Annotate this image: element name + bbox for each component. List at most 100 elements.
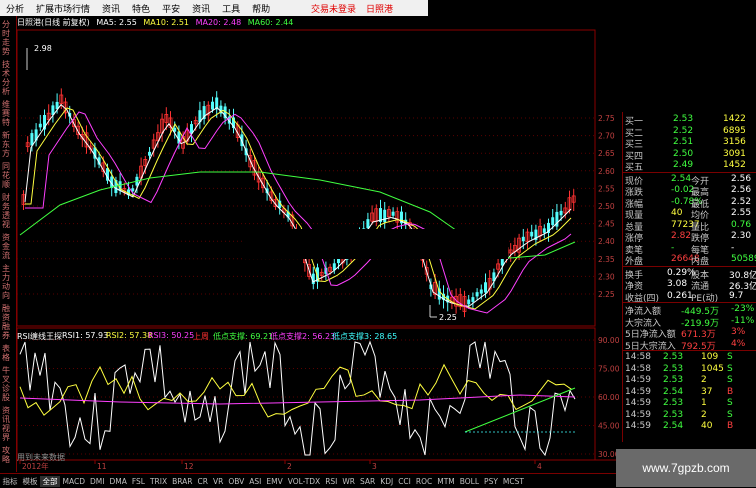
- indicator-tab-14[interactable]: VOL-TDX: [285, 477, 322, 486]
- candle-body: [471, 297, 475, 302]
- stat-row-7: 外盘26648内盘50589: [623, 254, 756, 267]
- indicator-tab-13[interactable]: EMV: [264, 477, 285, 486]
- indicator-tab-5[interactable]: DMA: [107, 477, 129, 486]
- indicator-tab-23[interactable]: PSY: [482, 477, 501, 486]
- candle-body: [38, 123, 42, 128]
- indicator-tab-20[interactable]: ROC: [413, 477, 434, 486]
- indicator-tab-18[interactable]: KDJ: [378, 477, 396, 486]
- price-tick-label: 2.55: [598, 184, 615, 193]
- tick-direction: S: [727, 409, 733, 420]
- indicator-tab-22[interactable]: BOLL: [457, 477, 481, 486]
- indicator-tab-9[interactable]: CR: [195, 477, 210, 486]
- stat-value-2: 2.55: [731, 208, 752, 218]
- fund-row-2: 收益(四) 0.261 PE(动) 9.7: [623, 290, 756, 304]
- rsi-indicator-name: RSI缠线王探: [17, 332, 62, 341]
- candle-body: [479, 289, 483, 294]
- flow-row-0: 净流入额 -449.5万 -23%: [623, 304, 756, 317]
- support-2: 低点支撑2: 56.23: [270, 332, 336, 341]
- tick-time: 14:59: [625, 421, 651, 431]
- candle-body: [559, 210, 563, 216]
- bid-row-4: 买五 2.49 1452: [623, 160, 756, 173]
- indicator-tab-21[interactable]: MTM: [435, 477, 458, 486]
- stat-value-2: -: [731, 242, 735, 253]
- indicator-tab-2[interactable]: 全部: [40, 475, 60, 487]
- indicator-tab-3[interactable]: MACD: [60, 477, 87, 486]
- stat-value-2: 2.30: [731, 231, 752, 241]
- tick-direction: S: [727, 352, 733, 362]
- indicator-tab-12[interactable]: ASI: [247, 477, 264, 486]
- low-annotation: 2.25: [439, 313, 457, 322]
- indicator-tab-11[interactable]: OBV: [226, 477, 247, 486]
- rsi2-value: RSI2: 57.38: [106, 331, 153, 340]
- candle-body: [530, 231, 534, 237]
- price-tick-label: 2.30: [598, 272, 615, 281]
- stat-value-2: 2.52: [731, 196, 752, 207]
- indicator-tab-10[interactable]: VR: [210, 477, 225, 486]
- stat-value: -: [671, 242, 675, 253]
- moving-average-lines: 2.98 2.25: [19, 44, 576, 322]
- panel-separator: [623, 265, 756, 267]
- tick-price: 2.54: [663, 386, 684, 397]
- flow-percent: 3%: [731, 327, 746, 337]
- tick-volume: 1045: [701, 363, 724, 374]
- indicator-tab-bar: 指标 模板 全部 MACD DMI DMA FSL TRIX BRAR CR VR OBV ASI EMV…: [0, 473, 622, 488]
- panel-separator: [623, 350, 756, 351]
- indicator-tab-19[interactable]: CCI: [396, 477, 414, 486]
- tick-volume: 109: [701, 352, 719, 362]
- indicator-tab-1[interactable]: 模板: [20, 476, 40, 487]
- indicator-tab-4[interactable]: DMI: [87, 477, 106, 486]
- tick-row-1: 14:58 2.53 1045 S: [623, 364, 756, 376]
- price-tick-label: 2.65: [598, 149, 615, 158]
- indicator-tab-6[interactable]: FSL: [129, 477, 147, 486]
- stat-value: 2.54: [671, 173, 692, 184]
- bid-row-2: 买三 2.51 3156: [623, 137, 756, 150]
- indicator-tab-16[interactable]: WR: [340, 477, 358, 486]
- stat-row-6: 卖笔 - 每笔 -: [623, 242, 756, 256]
- ask-volume: 1452: [723, 160, 746, 170]
- tick-direction: S: [727, 398, 733, 408]
- tick-row-2: 14:59 2.53 2 S: [623, 375, 756, 387]
- stat-value: 2.82: [671, 231, 692, 241]
- stat-value-2: 2.56: [731, 185, 752, 195]
- indicator-tab-7[interactable]: TRIX: [147, 477, 169, 486]
- masked-region: [245, 229, 508, 259]
- tick-volume: 40: [701, 421, 713, 431]
- xaxis-label: 2: [287, 462, 292, 471]
- price-tick-label: 2.50: [598, 202, 615, 211]
- rsi3-value: RSI3: 50.25: [148, 331, 195, 340]
- tick-price: 2.54: [663, 421, 684, 431]
- rsi-tick-label: 60.00: [598, 393, 620, 402]
- candle-body: [475, 292, 479, 297]
- tick-direction: S: [727, 363, 733, 374]
- ma20-line: [25, 111, 572, 314]
- indicator-tab-8[interactable]: BRAR: [170, 477, 195, 486]
- bid-row-3: 买四 2.50 3091: [623, 149, 756, 162]
- price-tick-label: 2.60: [598, 167, 615, 176]
- ma10-value: MA10: 2.51: [143, 18, 190, 27]
- indicator-tab-15[interactable]: RSI: [323, 477, 340, 486]
- candle-body: [542, 228, 546, 233]
- candlesticks: [21, 88, 576, 318]
- rsi-up-label: 上周: [193, 332, 209, 341]
- tick-direction: B: [727, 421, 734, 431]
- xaxis-label: 4: [537, 462, 542, 471]
- tick-price: 2.53: [663, 409, 684, 420]
- fund-value-2: 9.7: [729, 290, 744, 301]
- price-tick-label: 2.40: [598, 237, 615, 246]
- tick-row-0: 14:58 2.53 109 S: [623, 352, 756, 364]
- tick-price: 2.53: [663, 375, 684, 385]
- candle-body: [484, 282, 487, 293]
- stat-row-4: 总量 77237 量比 0.76: [623, 220, 756, 233]
- flow-percent: 4%: [731, 338, 746, 349]
- stat-row-1: 涨跌 -0.02 最高 2.56: [623, 185, 756, 198]
- indicator-tab-0[interactable]: 指标: [0, 476, 20, 487]
- rsi-lines: [19, 340, 576, 457]
- flow-row-3: 5日大宗流入 792.5万 4%: [623, 338, 756, 352]
- price-tick-label: 2.75: [598, 114, 615, 123]
- rsi1-value: RSI1: 57.93: [62, 331, 109, 340]
- indicator-tab-24[interactable]: MCST: [500, 477, 526, 486]
- quote-panel: 买一 2.53 1422 买二 2.52 6895 买三 2.51 3156 买四 2.50 3091…: [622, 112, 756, 442]
- indicator-tab-17[interactable]: SAR: [358, 477, 378, 486]
- tick-price: 2.53: [663, 352, 684, 362]
- price-tick-label: 2.70: [598, 132, 615, 141]
